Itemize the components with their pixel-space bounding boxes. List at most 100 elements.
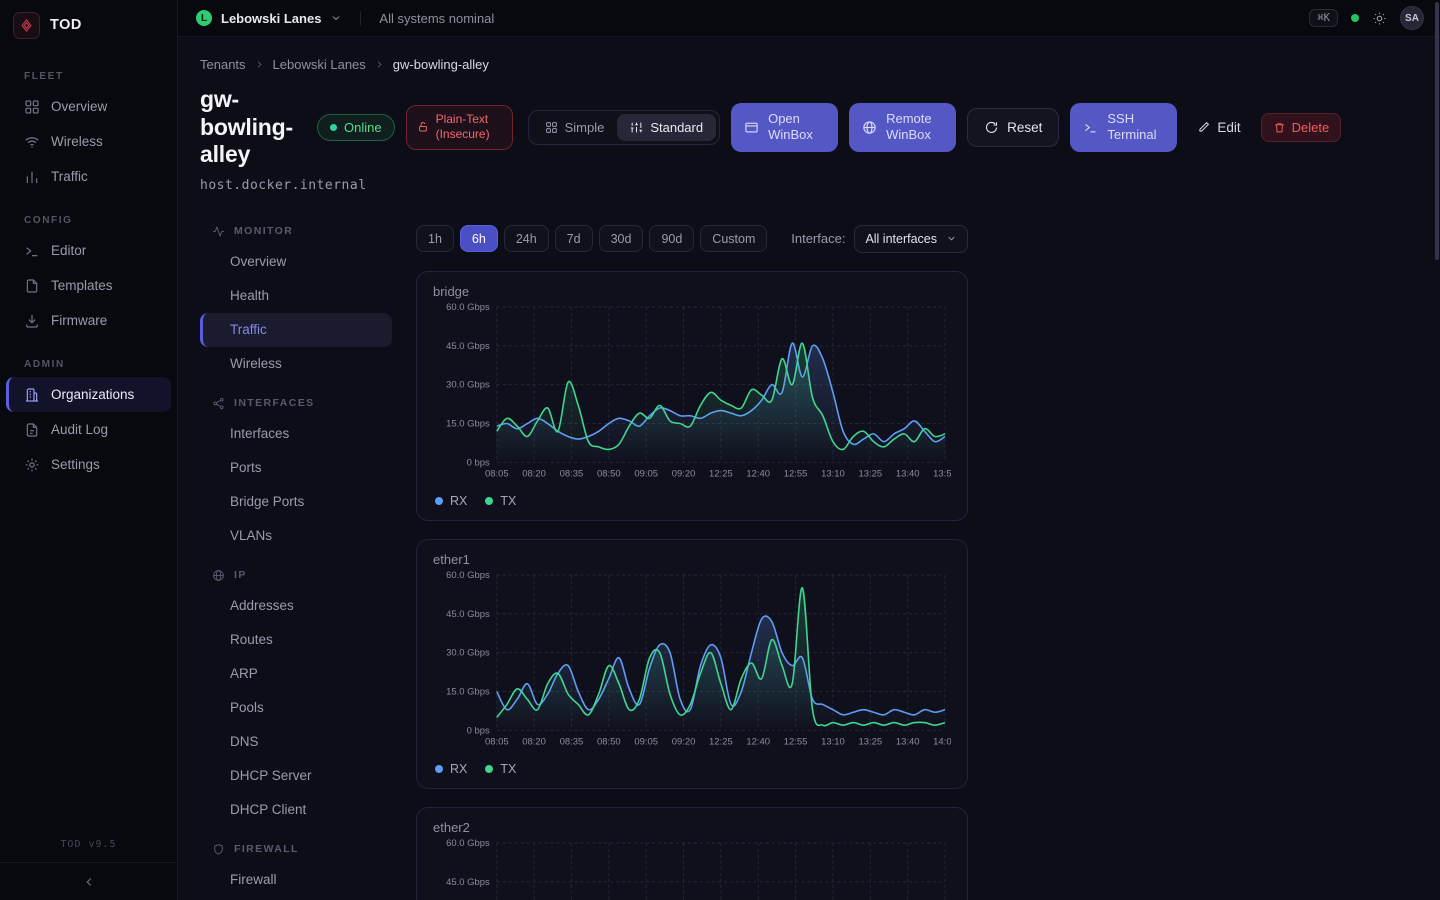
- subnav-item-label: Addresses: [230, 598, 294, 613]
- sidebar-item-traffic[interactable]: Traffic: [0, 159, 177, 194]
- svg-text:15.0 Gbps: 15.0 Gbps: [446, 687, 490, 698]
- page-title: gw-bowling-alley: [200, 86, 306, 169]
- chevron-right-icon: [374, 59, 385, 70]
- svg-text:13:40: 13:40: [896, 468, 920, 479]
- health-status-dot: [1351, 14, 1359, 22]
- svg-text:08:20: 08:20: [522, 468, 546, 479]
- time-range-24h[interactable]: 24h: [504, 225, 549, 252]
- subnav-item-label: VLANs: [230, 528, 272, 543]
- rx-legend-dot-icon: [435, 497, 443, 505]
- svg-text:60.0 Gbps: 60.0 Gbps: [446, 302, 490, 313]
- time-range-90d[interactable]: 90d: [649, 225, 694, 252]
- delete-button[interactable]: Delete: [1261, 113, 1342, 142]
- view-mode-standard[interactable]: Standard: [617, 114, 716, 141]
- open-winbox-button[interactable]: Open WinBox: [731, 103, 838, 153]
- open-winbox-label: Open WinBox: [768, 111, 825, 145]
- breadcrumb-tenants[interactable]: Tenants: [200, 57, 246, 72]
- sidebar-nav: FLEET Overview Wireless Traffic CONFIG E…: [0, 50, 177, 839]
- sidebar-item-organizations[interactable]: Organizations: [6, 377, 171, 412]
- command-palette-shortcut[interactable]: ⌘K: [1309, 9, 1338, 27]
- subnav-item-vlans[interactable]: VLANs: [200, 519, 392, 553]
- sidebar-item-wireless[interactable]: Wireless: [0, 124, 177, 159]
- file-icon: [24, 278, 40, 294]
- device-header: gw-bowling-alley Online Plain-Text (Inse…: [200, 86, 1416, 169]
- chart-title: bridge: [433, 284, 951, 299]
- app-logo-icon: [13, 12, 40, 39]
- subnav-item-dhcp-server[interactable]: DHCP Server: [200, 759, 392, 793]
- sidebar-item-label: Overview: [51, 99, 107, 114]
- tenant-switcher[interactable]: Lebowski Lanes: [221, 11, 321, 26]
- subnav-section-firewall: FIREWALL: [212, 843, 392, 856]
- svg-text:14:00: 14:00: [933, 736, 951, 747]
- time-range-custom[interactable]: Custom: [700, 225, 767, 252]
- page-scrollbar[interactable]: [1435, 2, 1439, 260]
- sidebar-item-settings[interactable]: Settings: [0, 447, 177, 482]
- svg-text:12:25: 12:25: [709, 468, 733, 479]
- subnav-item-ports[interactable]: Ports: [200, 451, 392, 485]
- grid-icon: [24, 99, 40, 115]
- sidebar-item-label: Audit Log: [51, 422, 108, 437]
- gear-icon: [24, 457, 40, 473]
- online-dot-icon: [330, 124, 337, 131]
- building-icon: [24, 387, 40, 403]
- sidebar-item-audit-log[interactable]: Audit Log: [0, 412, 177, 447]
- subnav-item-firewall[interactable]: Firewall: [200, 863, 392, 897]
- subnav-item-label: Traffic: [230, 322, 267, 337]
- time-range-6h[interactable]: 6h: [460, 225, 498, 252]
- svg-text:08:35: 08:35: [560, 468, 584, 479]
- time-range-7d[interactable]: 7d: [555, 225, 593, 252]
- ssh-terminal-button[interactable]: SSH Terminal: [1070, 103, 1177, 153]
- svg-text:09:05: 09:05: [634, 736, 658, 747]
- subnav-item-label: Wireless: [230, 356, 282, 371]
- chart-card-ether1: ether1 0 bps15.0 Gbps30.0 Gbps45.0 Gbps6…: [416, 539, 968, 789]
- subnav-item-arp[interactable]: ARP: [200, 657, 392, 691]
- theme-toggle-icon[interactable]: [1372, 11, 1387, 26]
- subnav-item-pools[interactable]: Pools: [200, 691, 392, 725]
- subnav-item-bridge-ports[interactable]: Bridge Ports: [200, 485, 392, 519]
- chart-legend: RX TX: [433, 762, 951, 776]
- breadcrumb-tenant[interactable]: Lebowski Lanes: [273, 57, 366, 72]
- traffic-chart: 0 bps15.0 Gbps30.0 Gbps45.0 Gbps60.0 Gbp…: [433, 569, 951, 756]
- view-mode-simple[interactable]: Simple: [532, 114, 618, 141]
- collapse-sidebar-button[interactable]: [0, 862, 177, 900]
- sidebar-item-overview[interactable]: Overview: [0, 89, 177, 124]
- subnav-section-monitor: MONITOR: [212, 225, 392, 238]
- breadcrumb-current: gw-bowling-alley: [393, 57, 489, 72]
- sidebar-item-label: Templates: [51, 278, 113, 293]
- sidebar-item-firmware[interactable]: Firmware: [0, 303, 177, 338]
- subnav-item-overview[interactable]: Overview: [200, 245, 392, 279]
- subnav-item-dns[interactable]: DNS: [200, 725, 392, 759]
- rx-legend-dot-icon: [435, 765, 443, 773]
- app-logo: TOD: [0, 0, 177, 50]
- sidebar-item-label: Traffic: [51, 169, 88, 184]
- reset-button[interactable]: Reset: [967, 108, 1059, 147]
- subnav-item-health[interactable]: Health: [200, 279, 392, 313]
- topbar: L Lebowski Lanes All systems nominal ⌘K …: [178, 0, 1440, 37]
- svg-text:30.0 Gbps: 30.0 Gbps: [446, 379, 490, 390]
- sidebar-item-editor[interactable]: Editor: [0, 233, 177, 268]
- subnav-section-label: INTERFACES: [234, 397, 315, 409]
- sidebar-item-label: Firmware: [51, 313, 107, 328]
- subnav-item-wireless[interactable]: Wireless: [200, 347, 392, 381]
- interface-select[interactable]: All interfaces: [854, 225, 968, 253]
- chevron-down-icon[interactable]: [330, 12, 342, 24]
- edit-button[interactable]: Edit: [1188, 112, 1249, 143]
- subnav-item-addresses[interactable]: Addresses: [200, 589, 392, 623]
- subnav-item-label: Ports: [230, 460, 262, 475]
- subnav-item-routes[interactable]: Routes: [200, 623, 392, 657]
- remote-winbox-button[interactable]: Remote WinBox: [849, 103, 956, 153]
- subnav-item-label: Interfaces: [230, 426, 289, 441]
- interface-label: Interface:: [791, 231, 845, 246]
- time-range-30d[interactable]: 30d: [599, 225, 644, 252]
- subnav-item-traffic[interactable]: Traffic: [200, 313, 392, 347]
- subnav-item-label: Firewall: [230, 872, 277, 887]
- sidebar-item-templates[interactable]: Templates: [0, 268, 177, 303]
- subnav-item-dhcp-client[interactable]: DHCP Client: [200, 793, 392, 827]
- subnav-item-interfaces[interactable]: Interfaces: [200, 417, 392, 451]
- user-avatar[interactable]: SA: [1400, 6, 1424, 30]
- time-range-1h[interactable]: 1h: [416, 225, 454, 252]
- subnav-section-ip: IP: [212, 569, 392, 582]
- subnav-section-label: MONITOR: [234, 225, 293, 237]
- sidebar-section-fleet: FLEET: [24, 71, 177, 82]
- terminal-icon: [1083, 120, 1098, 135]
